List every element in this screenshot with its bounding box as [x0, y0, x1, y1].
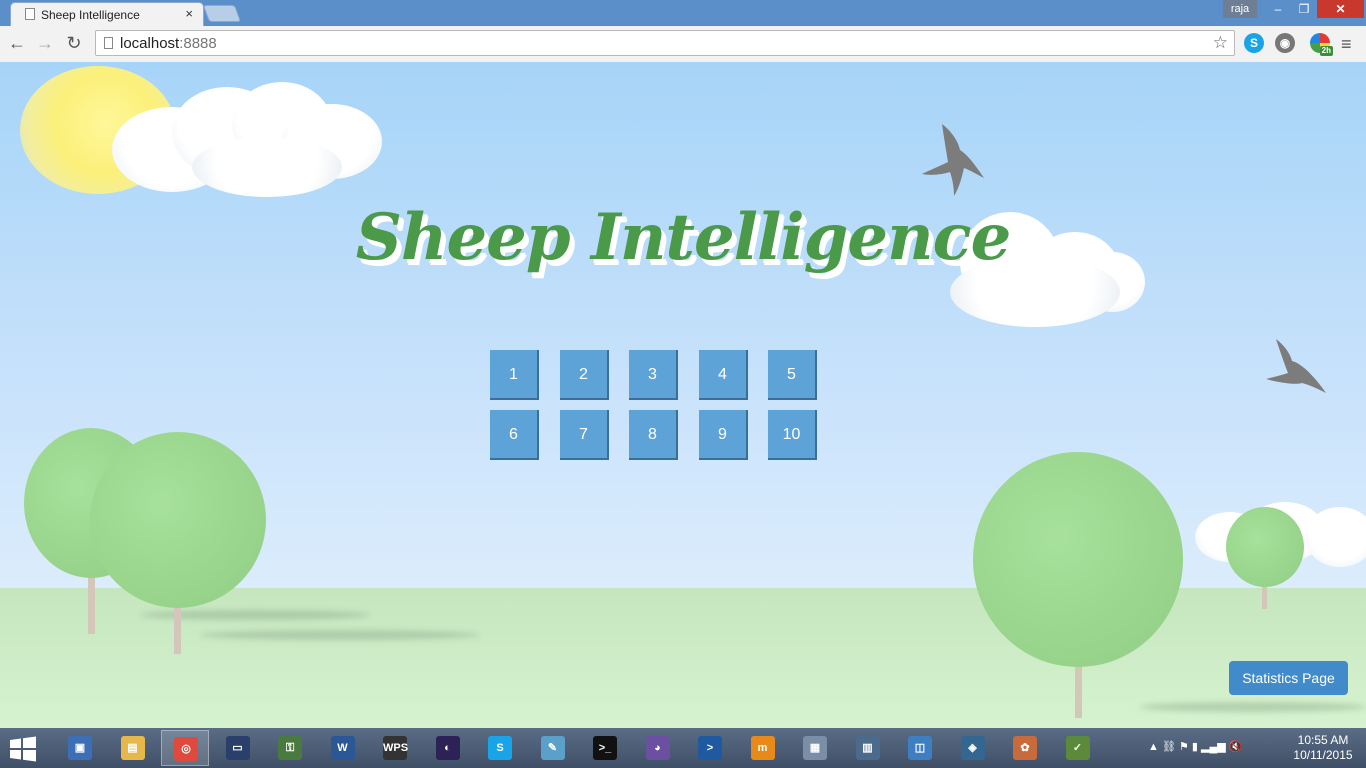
close-window-button[interactable]: ✕	[1317, 0, 1364, 18]
taskbar-powershell-button[interactable]: >	[686, 730, 734, 766]
level-button-6[interactable]: 6	[490, 410, 539, 460]
reload-button[interactable]: ↻	[63, 33, 85, 54]
page-icon	[25, 8, 35, 20]
cloud-illustration	[112, 82, 382, 202]
browser-toolbar: ← → ↻ localhost:8888 ☆ S ◉ 2h ≡	[0, 26, 1366, 63]
user-profile-button[interactable]: raja	[1223, 0, 1257, 18]
skype-extension-icon[interactable]: S	[1244, 33, 1264, 53]
tree-illustration	[973, 452, 1185, 722]
security-icon: ⚿	[278, 736, 302, 760]
level-button-5[interactable]: 5	[768, 350, 817, 400]
paint-icon: ✿	[1013, 736, 1037, 760]
clock-date: 10/11/2015	[1293, 748, 1353, 762]
level-button-4[interactable]: 4	[699, 350, 748, 400]
game-page: Sheep Intelligence 1 2 3 4 5 6 7 8 9 10 …	[0, 62, 1366, 728]
timer-extension-icon[interactable]: 2h	[1310, 33, 1333, 56]
new-tab-button[interactable]	[202, 5, 242, 22]
taskbar-command-prompt-button[interactable]: >_	[581, 730, 629, 766]
chart-editor-icon: ✓	[1065, 736, 1090, 760]
bookmark-star-icon[interactable]: ☆	[1213, 33, 1228, 53]
chrome-icon: ◎	[174, 737, 198, 761]
tab-sheep-intelligence[interactable]: Sheep Intelligence ×	[10, 2, 204, 26]
mr-tool-icon: m	[750, 736, 775, 760]
close-icon[interactable]: ×	[185, 6, 193, 21]
skype-icon: S	[488, 736, 512, 760]
address-bar[interactable]: localhost:8888 ☆	[95, 30, 1235, 56]
taskbar-cmd-folder-button[interactable]: ▭	[214, 730, 262, 766]
level-button-7[interactable]: 7	[560, 410, 609, 460]
control-panel-icon: ◫	[908, 736, 932, 760]
taskbar-word-button[interactable]: W	[319, 730, 367, 766]
word-icon: W	[330, 736, 355, 760]
taskbar-monitor-button[interactable]: ▦	[791, 730, 839, 766]
url-text[interactable]: localhost:8888	[120, 35, 217, 52]
taskbar-postgres-button[interactable]: ◈	[949, 730, 997, 766]
taskbar-chrome-button[interactable]: ◎	[161, 730, 209, 766]
taskbar-eclipse-button[interactable]: ◐	[424, 730, 472, 766]
menu-icon[interactable]: ≡	[1341, 34, 1352, 55]
level-button-10[interactable]: 10	[768, 410, 817, 460]
wps-icon: WPS	[383, 736, 408, 760]
taskbar-notes-button[interactable]: ✎	[529, 730, 577, 766]
taskbar-security-button[interactable]: ⚿	[266, 730, 314, 766]
level-button-9[interactable]: 9	[699, 410, 748, 460]
calculator-icon: ▥	[855, 736, 880, 760]
system-tray-icons[interactable]: ▲ ⛓ ⚑ ▮ ▂▄▆ 🔇	[1148, 740, 1242, 753]
minimize-button[interactable]: –	[1265, 0, 1291, 18]
taskbar-control-panel-button[interactable]: ◫	[896, 730, 944, 766]
bird-illustration	[1266, 339, 1326, 393]
file-explorer-icon: ▤	[120, 736, 145, 760]
bird-illustration	[922, 124, 984, 196]
tab-title: Sheep Intelligence	[41, 8, 140, 22]
taskbar-clock[interactable]: 10:55 AM 10/11/2015	[1290, 733, 1356, 763]
game-title: Sheep Intelligence	[355, 200, 1012, 275]
forward-button[interactable]: →	[34, 33, 56, 54]
tree-illustration	[1226, 507, 1306, 611]
clock-time: 10:55 AM	[1297, 733, 1349, 747]
level-button-2[interactable]: 2	[560, 350, 609, 400]
extension-badge: 2h	[1319, 46, 1333, 56]
monitor-icon: ▦	[803, 736, 827, 760]
postgres-icon: ◈	[960, 736, 985, 760]
eclipse-icon: ◐	[435, 736, 460, 760]
level-button-1[interactable]: 1	[490, 350, 539, 400]
windows-start-icon[interactable]	[8, 736, 38, 762]
taskbar-github-button[interactable]: ◕	[634, 730, 682, 766]
eye-extension-icon[interactable]: ◉	[1275, 33, 1295, 53]
taskbar-computer-button[interactable]: ▣	[56, 730, 104, 766]
cmd-folder-icon: ▭	[225, 736, 250, 760]
taskbar-chart-editor-button[interactable]: ✓	[1054, 730, 1102, 766]
browser-titlebar: Sheep Intelligence × raja – ❐ ✕	[0, 0, 1366, 26]
level-button-3[interactable]: 3	[629, 350, 678, 400]
taskbar-calculator-button[interactable]: ▥	[844, 730, 892, 766]
back-button[interactable]: ←	[6, 33, 28, 54]
tree-illustration	[90, 432, 270, 657]
powershell-icon: >	[698, 736, 722, 760]
maximize-button[interactable]: ❐	[1291, 0, 1317, 18]
taskbar-mr-tool-button[interactable]: m	[739, 730, 787, 766]
windows-taskbar: ▣ ▤ ◎ ▭ ⚿ W WPS ◐ S ✎ >_ ◕ > m ▦ ▥ ◫ ◈ ✿ ✓ ▲ ⛓ ⚑ ▮ ▂▄▆ 🔇 10…	[0, 728, 1366, 768]
notes-icon: ✎	[540, 736, 565, 760]
command-prompt-icon: >_	[593, 736, 617, 760]
github-icon: ◕	[645, 736, 670, 760]
taskbar-skype-button[interactable]: S	[476, 730, 524, 766]
page-icon	[104, 37, 113, 49]
taskbar-paint-button[interactable]: ✿	[1001, 730, 1049, 766]
computer-icon: ▣	[68, 736, 92, 760]
taskbar-file-explorer-button[interactable]: ▤	[109, 730, 157, 766]
taskbar-wps-button[interactable]: WPS	[371, 730, 419, 766]
statistics-page-button[interactable]: Statistics Page	[1229, 661, 1348, 695]
level-button-8[interactable]: 8	[629, 410, 678, 460]
